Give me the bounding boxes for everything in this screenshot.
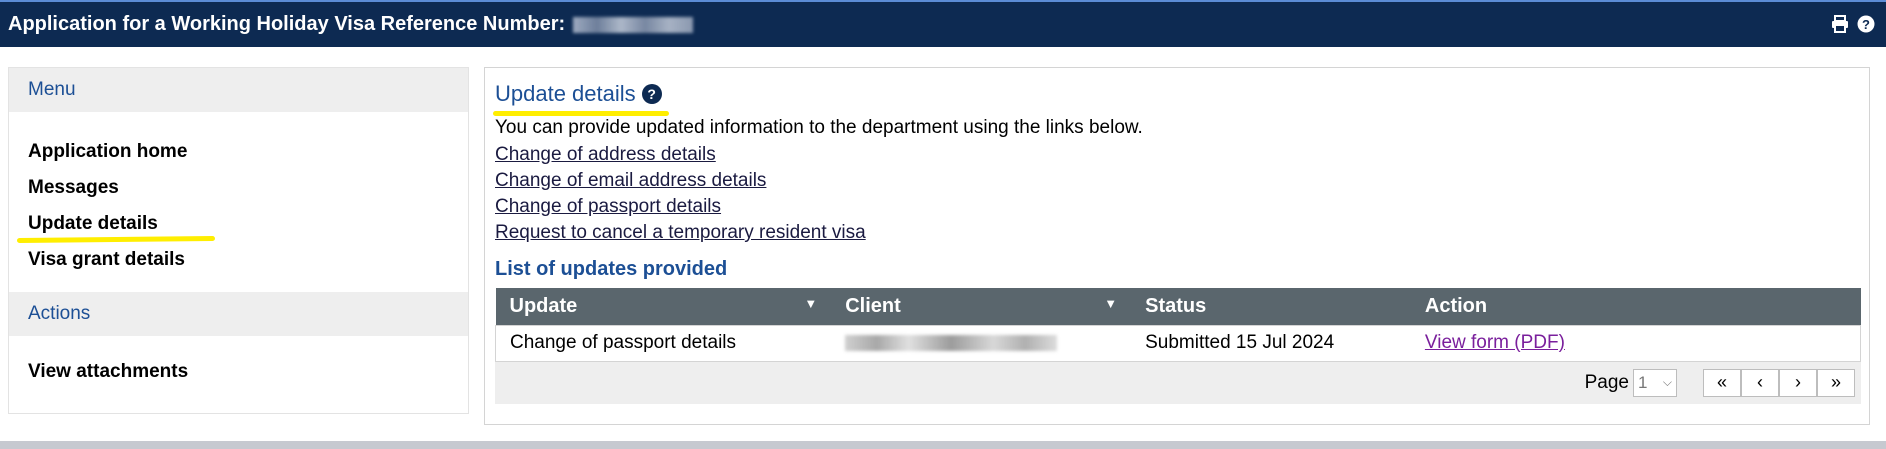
sidebar-item-application-home[interactable]: Application home: [9, 134, 468, 170]
next-page-button[interactable]: ›: [1779, 368, 1817, 397]
change-passport-link[interactable]: Change of passport details: [495, 194, 866, 220]
pagination: Page 1 ⌵ « ‹ › »: [495, 361, 1861, 404]
sidebar-item-update-details[interactable]: Update details: [9, 206, 468, 242]
column-header-status: Status: [1145, 294, 1207, 317]
highlight-mark: [493, 111, 669, 116]
change-email-link[interactable]: Change of email address details: [495, 168, 866, 194]
cell-update: Change of passport details: [510, 332, 737, 353]
column-header-action: Action: [1424, 294, 1488, 317]
help-icon[interactable]: ?: [1856, 14, 1876, 34]
menu-heading: Menu: [9, 68, 468, 112]
chevron-down-icon: ⌵: [1662, 375, 1672, 389]
previous-page-button[interactable]: ‹: [1741, 368, 1779, 397]
page-title: Application for a Working Holiday Visa R…: [8, 13, 566, 35]
first-page-button[interactable]: «: [1703, 368, 1741, 397]
updates-list-title: List of updates provided: [495, 258, 728, 280]
sidebar-item-view-attachments[interactable]: View attachments: [9, 354, 468, 390]
column-header-update[interactable]: Update ▼: [496, 288, 832, 325]
last-page-button[interactable]: »: [1817, 368, 1855, 397]
section-title-text: Update details: [495, 81, 636, 106]
sidebar: Menu Application home Messages Update de…: [8, 67, 469, 414]
actions-heading: Actions: [9, 292, 468, 336]
footer-divider: [0, 441, 1886, 449]
change-address-link[interactable]: Change of address details: [495, 142, 866, 168]
main-panel: Update details ? You can provide updated…: [484, 67, 1870, 425]
print-icon[interactable]: [1830, 14, 1850, 34]
table-header-row: Update ▼ Client ▼ Status Action: [495, 288, 1861, 325]
page-select[interactable]: 1 ⌵: [1633, 368, 1677, 397]
client-name-redacted: [845, 334, 1058, 351]
sort-down-icon[interactable]: ▼: [1104, 296, 1117, 311]
svg-text:?: ?: [1862, 17, 1870, 32]
updates-table-wrapper: Update ▼ Client ▼ Status Action Change o…: [495, 288, 1861, 404]
view-form-pdf-link[interactable]: View form (PDF): [1425, 332, 1565, 353]
sort-down-icon[interactable]: ▼: [804, 296, 817, 311]
sidebar-item-messages[interactable]: Messages: [9, 170, 468, 206]
app-header: Application for a Working Holiday Visa R…: [0, 0, 1886, 47]
update-links: Change of address details Change of emai…: [495, 142, 866, 246]
table-row: Change of passport details Submitted 15 …: [495, 325, 1861, 361]
question-circle-icon[interactable]: ?: [641, 84, 662, 104]
cell-status: Submitted 15 Jul 2024: [1145, 332, 1335, 353]
reference-number-redacted: [573, 16, 694, 33]
cell-client: [831, 325, 1131, 361]
cell-action: View form (PDF): [1411, 325, 1861, 361]
sidebar-item-visa-grant-details[interactable]: Visa grant details: [9, 242, 468, 278]
page-label: Page: [1584, 371, 1629, 393]
cancel-visa-link[interactable]: Request to cancel a temporary resident v…: [495, 220, 866, 246]
intro-text: You can provide updated information to t…: [495, 117, 1143, 138]
updates-table: Update ▼ Client ▼ Status Action Change o…: [495, 288, 1861, 362]
section-title: Update details ?: [493, 81, 669, 116]
column-header-client[interactable]: Client ▼: [831, 288, 1131, 325]
